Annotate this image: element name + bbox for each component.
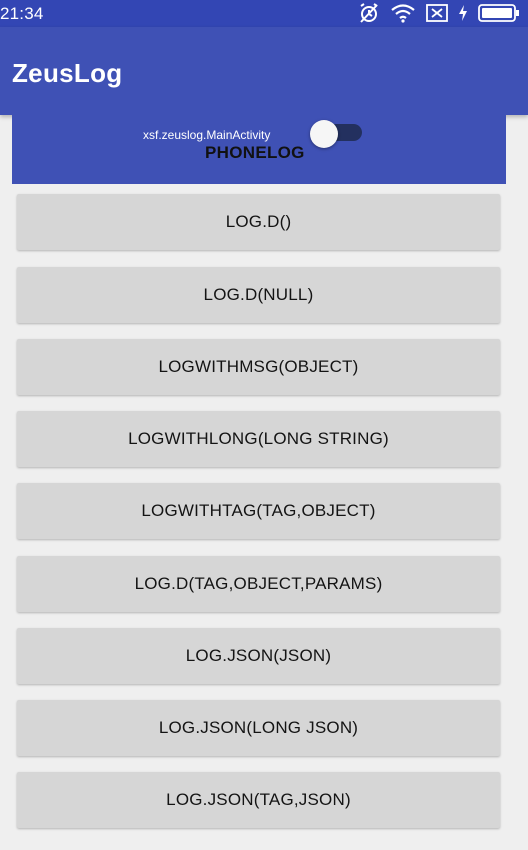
app-title: ZeusLog [12,58,123,88]
status-bar: 21:34 [0,0,528,27]
phonelog-panel: xsf.zeuslog.MainActivity PHONELOG [12,115,506,184]
activity-label: xsf.zeuslog.MainActivity [143,128,271,142]
status-icons [358,2,520,24]
phonelog-switch-thumb[interactable] [310,120,338,148]
sim-icon [426,4,448,22]
log-json-tag-button[interactable]: LOG.JSON(TAG,JSON) [17,772,500,828]
log-json-long-button[interactable]: LOG.JSON(LONG JSON) [17,700,500,756]
alarm-off-icon [360,3,378,23]
app-bar: ZeusLog [0,27,528,115]
wifi-icon [391,4,415,23]
phonelog-label: PHONELOG [205,143,305,162]
log-with-tag-button[interactable]: LOGWITHTAG(TAG,OBJECT) [17,483,500,539]
log-d-tag-params-button[interactable]: LOG.D(TAG,OBJECT,PARAMS) [17,556,500,612]
charging-icon [459,5,467,21]
status-time: 21:34 [0,4,44,23]
log-with-long-button[interactable]: LOGWITHLONG(LONG STRING) [17,411,500,467]
battery-icon [478,4,519,22]
log-with-msg-button[interactable]: LOGWITHMSG(OBJECT) [17,339,500,395]
log-json-button[interactable]: LOG.JSON(JSON) [17,628,500,684]
log-d-button[interactable]: LOG.D() [17,194,500,250]
log-d-null-button[interactable]: LOG.D(NULL) [17,267,500,323]
